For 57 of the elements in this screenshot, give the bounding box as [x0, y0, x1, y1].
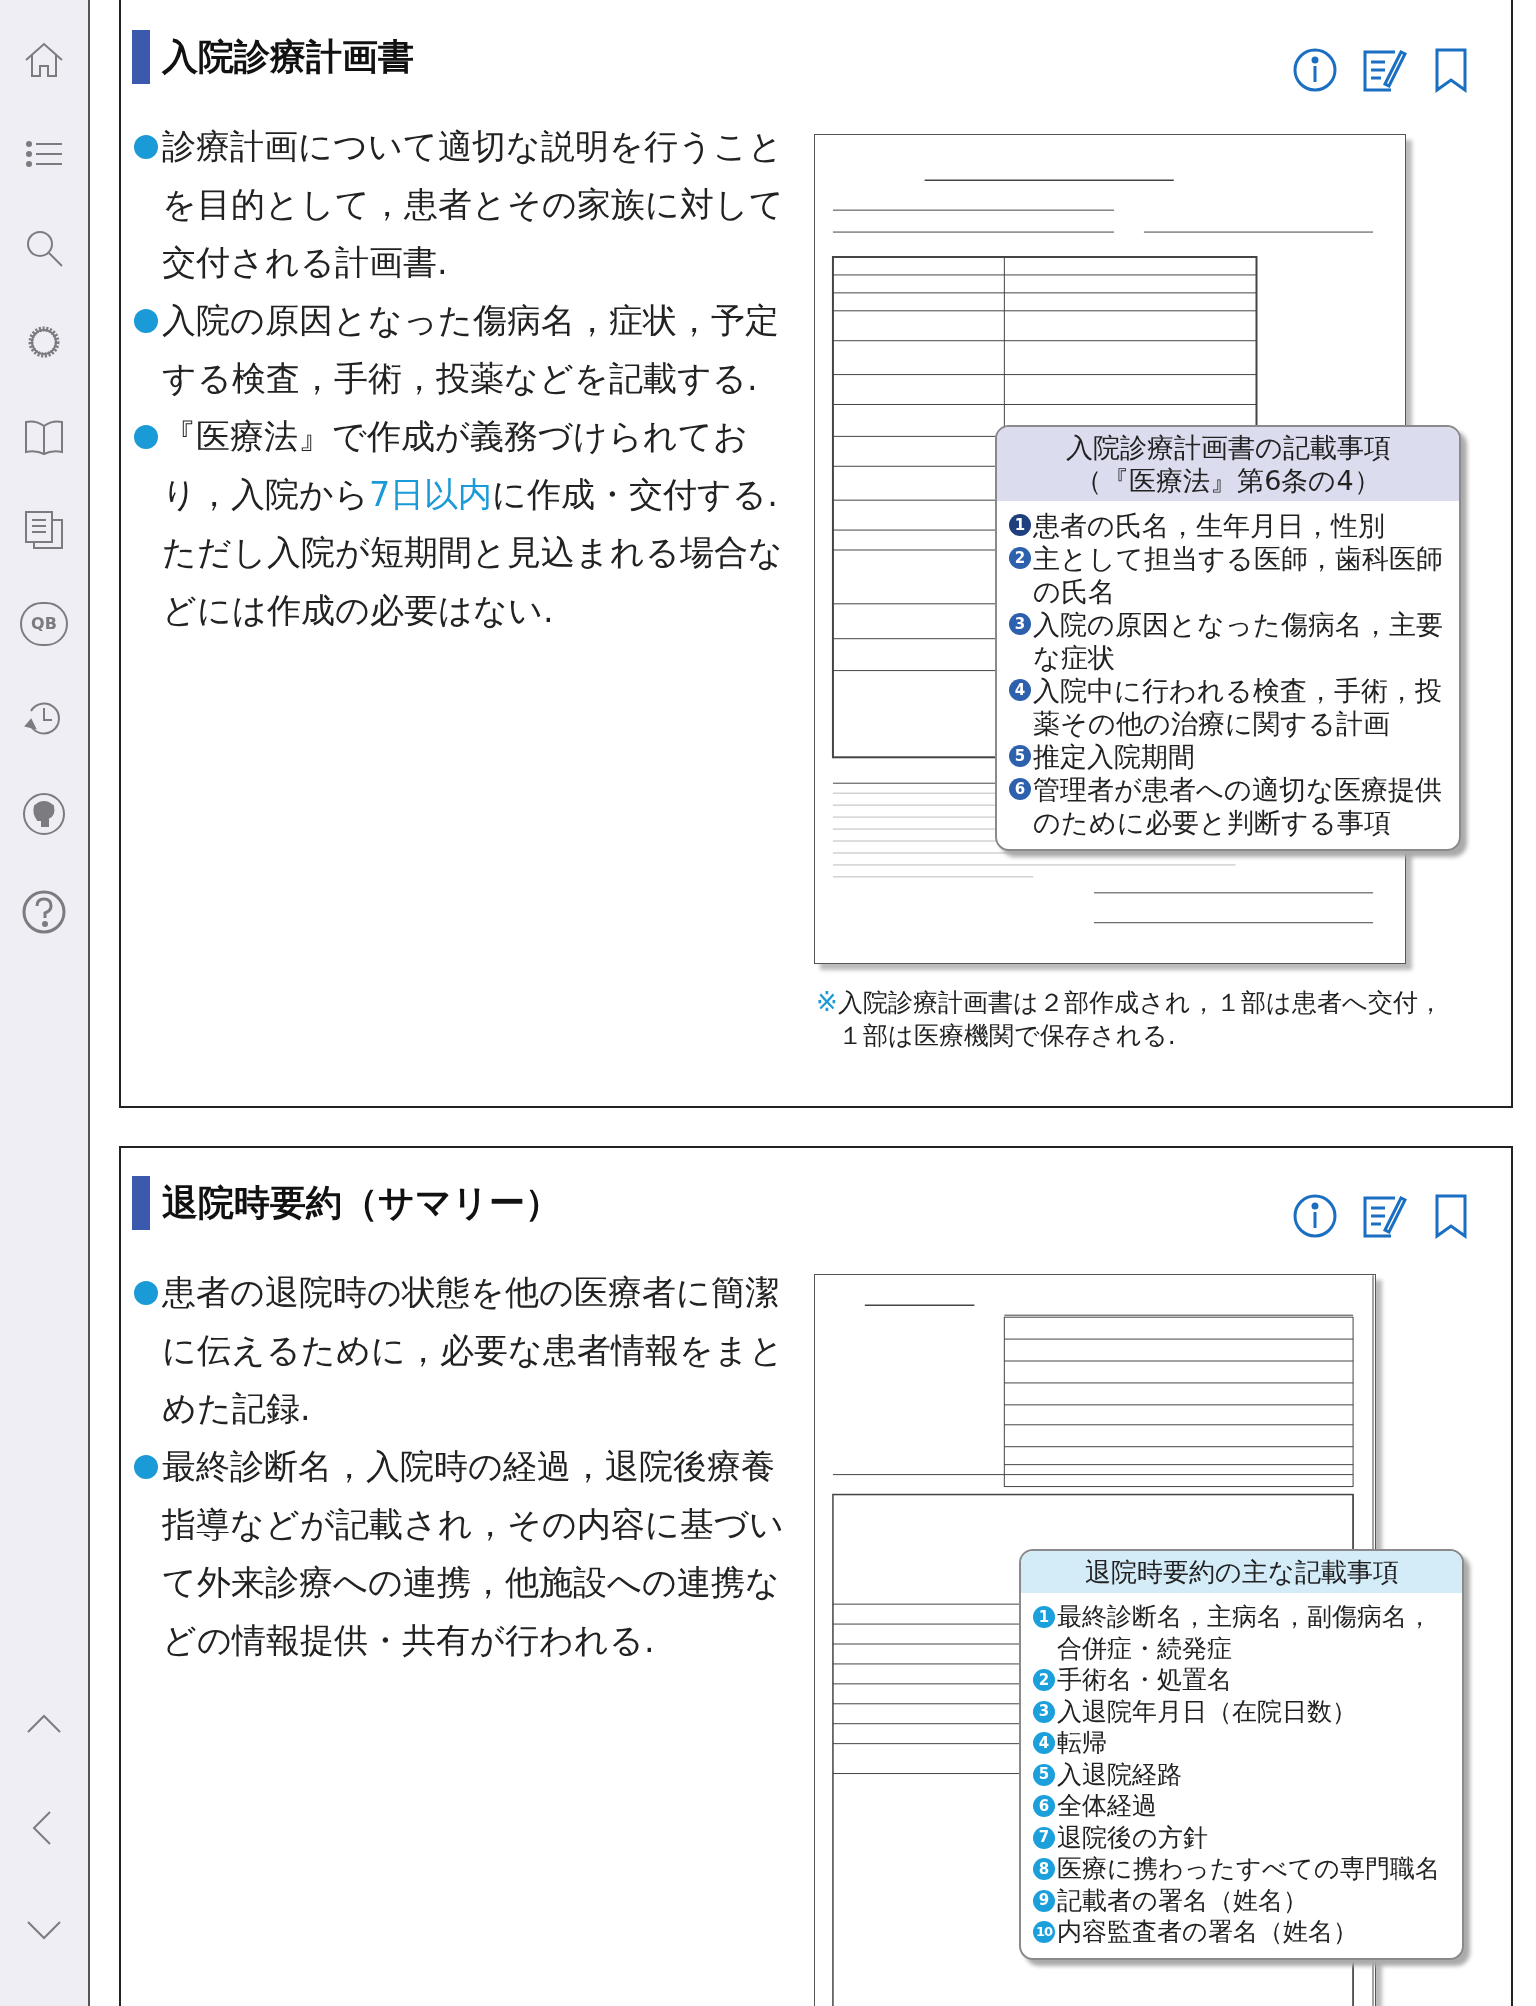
- figure-caption: １部は医療機関で保存される.: [837, 1020, 1177, 1052]
- callout-item-text: 患者の氏名，生年月日，性別: [1033, 509, 1385, 542]
- callout-item-text: 全体経過: [1057, 1790, 1157, 1822]
- figure-caption: 入院診療計画書は２部作成され，１部は患者へ交付，: [837, 987, 1443, 1019]
- number-marker: 6: [1009, 778, 1031, 800]
- callout-item-text: 内容監査者の署名（姓名）: [1057, 1916, 1358, 1948]
- callout-item-text: 退院後の方針: [1057, 1821, 1208, 1853]
- callout-item-text: 医療に携わったすべての専門職名: [1057, 1853, 1440, 1885]
- callout-item-text: 入退院経路: [1057, 1758, 1182, 1790]
- callout-item-text: 最終診断名，主病名，副傷病名，合併症・続発症: [1057, 1601, 1433, 1664]
- callout-item-text: 入院の原因となった傷病名，主要な症状: [1033, 608, 1444, 674]
- number-marker: 1: [1009, 514, 1031, 536]
- callout-item-text: 入退院年月日（在院日数）: [1057, 1695, 1357, 1727]
- section-title: 退院時要約（サマリー）: [162, 1181, 561, 1225]
- number-marker: 10: [1033, 1921, 1055, 1943]
- number-marker: 3: [1033, 1700, 1055, 1723]
- callout-item-text: 入院中に行われる検査，手術，投薬その他の治療に関する計画: [1033, 674, 1443, 740]
- number-marker: 3: [1009, 613, 1031, 635]
- number-marker: 4: [1009, 679, 1031, 701]
- info-icon[interactable]: [1291, 46, 1339, 94]
- bullet-paragraph: 『医療法』で作成が義務づけられており，入院から 7日以内に作成・交付する.ただし入院が短期間と見込まれる場合などには作成の必要はない.: [162, 416, 784, 632]
- callout-title: 入院診療計画書の記載事項: [1065, 431, 1391, 464]
- number-marker: 4: [1033, 1732, 1055, 1754]
- number-marker: 9: [1033, 1889, 1055, 1912]
- documents-icon[interactable]: [22, 508, 66, 552]
- callout-item-text: 手術名・処置名: [1057, 1664, 1232, 1696]
- callout-item-text: 管理者が患者への適切な医療提供のために必要と判断する事項: [1033, 773, 1443, 839]
- number-marker: 8: [1033, 1858, 1055, 1880]
- info-icon[interactable]: [1291, 1192, 1339, 1240]
- title-accent-bar: [132, 1176, 150, 1230]
- callout-title: 退院時要約の主な記載事項: [1084, 1556, 1399, 1589]
- number-marker: 7: [1033, 1826, 1055, 1849]
- number-marker: 1: [1033, 1606, 1055, 1628]
- callout-item-text: 主として担当する医師，歯科医師の氏名: [1033, 542, 1444, 608]
- number-marker: 5: [1009, 745, 1031, 767]
- help-icon[interactable]: [20, 888, 68, 936]
- bullet-paragraph: 最終診断名，入院時の経過，退院後療養指導などが記載され，その内容に基づいて外来診療への連携，他施設への連携などの情報提供・共有が行われる.: [162, 1446, 785, 1662]
- callout-item-text: 推定入院期間: [1033, 740, 1195, 773]
- bullet-icon: [134, 309, 158, 333]
- callout-item-text: 転帰: [1057, 1727, 1107, 1759]
- number-marker: 5: [1033, 1763, 1055, 1786]
- callout-item-text: 記載者の署名（姓名）: [1057, 1884, 1308, 1916]
- bullet-icon: [134, 1455, 158, 1479]
- number-marker: 6: [1033, 1795, 1055, 1817]
- bullet-paragraph: 入院の原因となった傷病名，症状，予定する検査，手術，投薬などを記載する.: [162, 300, 780, 400]
- number-marker: 2: [1009, 547, 1031, 569]
- qb-sync-icon[interactable]: QB: [20, 602, 68, 646]
- bullet-paragraph: 患者の退院時の状態を他の医療者に簡潔に伝えるために，必要な患者情報をまとめた記録.: [162, 1272, 785, 1430]
- bullet-icon: [134, 135, 158, 159]
- note-mark: ※: [816, 986, 838, 1019]
- bullet-icon: [134, 1281, 158, 1305]
- number-marker: 2: [1033, 1669, 1055, 1691]
- section-title: 入院診療計画書: [162, 35, 414, 79]
- callout-title: （『医療法』第6条の4）: [1075, 464, 1381, 497]
- bullet-paragraph: 診療計画について適切な説明を行うことを目的として，患者とその家族に対して交付される計画書.: [162, 126, 785, 284]
- bullet-icon: [134, 425, 158, 449]
- title-accent-bar: [132, 30, 150, 84]
